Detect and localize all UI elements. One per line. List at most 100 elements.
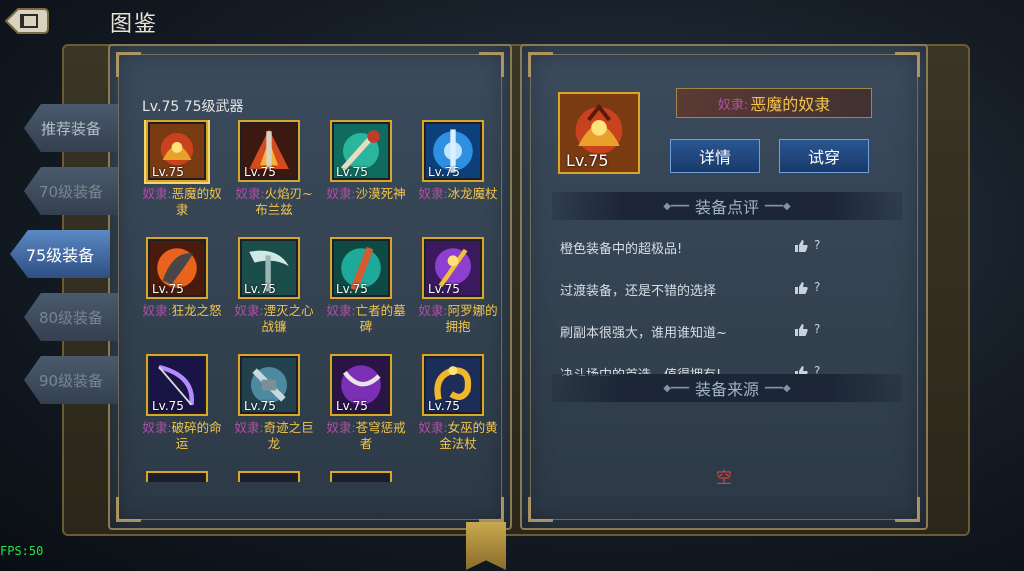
review-text: 过渡装备，还是不错的选择 xyxy=(560,284,717,299)
grid-title: Lv.75 75级武器 xyxy=(142,99,244,115)
equipment-name: 奴隶:阿罗娜的拥抱 xyxy=(416,303,500,335)
try-on-button[interactable]: 试穿 xyxy=(779,139,869,173)
equipment-slot[interactable]: Lv.75 奴隶:亡者的墓碑 xyxy=(324,237,416,353)
equipment-name-text: 破碎的命运 xyxy=(171,420,222,451)
equipment-level: Lv.75 xyxy=(428,399,460,413)
equipment-icon-frame: Lv.75 xyxy=(422,237,484,299)
equipment-slot-partial[interactable] xyxy=(140,471,232,482)
equipment-name: 奴隶:冰龙魔杖 xyxy=(416,186,500,202)
codex-book: Lv.75 75级武器 Lv.75 奴隶:恶魔的奴隶 Lv.75 奴隶:火焰刃~布兰兹… xyxy=(62,44,970,570)
thumbs-up-icon[interactable] xyxy=(794,239,808,253)
equipment-slot-partial[interactable] xyxy=(232,471,324,482)
equipment-name-text: 亡者的墓碑 xyxy=(355,303,406,334)
equipment-name-text: 湮灭之心战镰 xyxy=(261,303,314,334)
tab-level-70[interactable]: 70级装备 xyxy=(24,167,118,215)
equipment-icon-frame xyxy=(238,471,300,482)
review-list[interactable]: 橙色装备中的超极品! ? 过渡装备，还是不错的选择 ? 刷副本很强大，谁用谁知道… xyxy=(558,228,888,376)
equipment-name-prefix: 奴隶: xyxy=(326,420,356,435)
source-empty-text: 空 xyxy=(715,468,732,487)
equipment-slot[interactable]: Lv.75 奴隶:狂龙之怒 xyxy=(140,237,232,353)
item-title-prefix: 奴隶: xyxy=(717,97,749,113)
equipment-slot[interactable]: Lv.75 奴隶:苍穹惩戒者 xyxy=(324,354,416,470)
equipment-icon-frame xyxy=(146,471,208,482)
equipment-slot[interactable]: Lv.75 奴隶:女巫的黄金法杖 xyxy=(416,354,500,470)
equipment-icon-frame: Lv.75 xyxy=(330,354,392,416)
thumbs-up-icon[interactable] xyxy=(794,323,808,337)
equipment-name: 奴隶:湮灭之心战镰 xyxy=(232,303,316,335)
equipment-slot[interactable]: Lv.75 奴隶:破碎的命运 xyxy=(140,354,232,470)
equipment-level: Lv.75 xyxy=(152,399,184,413)
equipment-icon-frame: Lv.75 xyxy=(238,354,300,416)
equipment-name: 奴隶:狂龙之怒 xyxy=(140,303,224,319)
equipment-name-text: 冰龙魔杖 xyxy=(447,186,498,201)
equipment-slot[interactable]: Lv.75 奴隶:奇迹之巨龙 xyxy=(232,354,324,470)
equipment-name-text: 恶魔的奴隶 xyxy=(171,186,222,217)
equipment-name-text: 阿罗娜的拥抱 xyxy=(445,303,498,334)
equipment-icon-frame: Lv.75 xyxy=(146,237,208,299)
equipment-level: Lv.75 xyxy=(336,399,368,413)
equipment-name-prefix: 奴隶: xyxy=(326,303,356,318)
review-item: 过渡装备，还是不错的选择 ? xyxy=(558,280,888,300)
tab-level-80[interactable]: 80级装备 xyxy=(24,293,118,341)
equipment-level: Lv.75 xyxy=(336,282,368,296)
equipment-level: Lv.75 xyxy=(428,282,460,296)
equipment-level: Lv.75 xyxy=(152,282,184,296)
equipment-icon-frame: Lv.75 xyxy=(146,354,208,416)
fps-counter: FPS:50 xyxy=(0,544,44,558)
equipment-level: Lv.75 xyxy=(152,165,184,179)
equipment-name: 奴隶:沙漠死神 xyxy=(324,186,408,202)
equipment-slot[interactable]: Lv.75 奴隶:沙漠死神 xyxy=(324,120,416,236)
left-page: Lv.75 75级武器 Lv.75 奴隶:恶魔的奴隶 Lv.75 奴隶:火焰刃~布兰兹… xyxy=(108,44,512,530)
equipment-name-prefix: 奴隶: xyxy=(235,186,265,201)
review-query[interactable]: ? xyxy=(814,238,820,252)
details-button[interactable]: 详情 xyxy=(670,139,760,173)
equipment-slot[interactable]: Lv.75 奴隶:恶魔的奴隶 xyxy=(140,120,232,236)
equipment-name: 奴隶:奇迹之巨龙 xyxy=(232,420,316,452)
equipment-name: 奴隶:苍穹惩戒者 xyxy=(324,420,408,452)
equipment-name-text: 苍穹惩戒者 xyxy=(355,420,406,451)
equipment-grid[interactable]: Lv.75 奴隶:恶魔的奴隶 Lv.75 奴隶:火焰刃~布兰兹 Lv.75 奴隶:沙漠死神… xyxy=(140,120,500,482)
equipment-name: 奴隶:恶魔的奴隶 xyxy=(140,186,224,218)
equipment-name: 奴隶:亡者的墓碑 xyxy=(324,303,408,335)
equipment-name-prefix: 奴隶: xyxy=(142,186,172,201)
tab-recommended[interactable]: 推荐装备 xyxy=(24,104,118,152)
equipment-name-prefix: 奴隶: xyxy=(234,303,264,318)
equipment-slot[interactable]: Lv.75 奴隶:冰龙魔杖 xyxy=(416,120,500,236)
equipment-name-prefix: 奴隶: xyxy=(418,303,448,318)
equipment-name-text: 奇迹之巨龙 xyxy=(263,420,314,451)
equipment-level: Lv.75 xyxy=(244,282,276,296)
equipment-level: Lv.75 xyxy=(428,165,460,179)
review-text: 刷副本很强大，谁用谁知道~ xyxy=(560,326,727,341)
equipment-slot-partial[interactable] xyxy=(324,471,416,482)
tab-level-90[interactable]: 90级装备 xyxy=(24,356,118,404)
equipment-icon-frame xyxy=(330,471,392,482)
equipment-icon-frame: Lv.75 xyxy=(238,237,300,299)
selected-item-icon[interactable]: Lv.75 xyxy=(558,92,640,174)
equipment-name-prefix: 奴隶: xyxy=(142,303,172,318)
equipment-icon-frame: Lv.75 xyxy=(422,120,484,182)
equipment-slot[interactable]: Lv.75 奴隶:火焰刃~布兰兹 xyxy=(232,120,324,236)
equipment-name-prefix: 奴隶: xyxy=(418,186,448,201)
equipment-icon-frame: Lv.75 xyxy=(146,120,208,182)
selected-item-title: 奴隶: 恶魔的奴隶 xyxy=(676,88,872,118)
equipment-level: Lv.75 xyxy=(336,165,368,179)
review-item: 橙色装备中的超极品! ? xyxy=(558,238,888,258)
review-text: 橙色装备中的超极品! xyxy=(560,242,683,257)
source-section-title: 装备来源 xyxy=(694,380,759,399)
review-query[interactable]: ? xyxy=(814,322,820,336)
equipment-level: Lv.75 xyxy=(244,399,276,413)
level-tabs: 推荐装备 70级装备 75级装备 80级装备 90级装备 xyxy=(10,104,118,419)
equipment-slot[interactable]: Lv.75 奴隶:湮灭之心战镰 xyxy=(232,237,324,353)
equipment-level: Lv.75 xyxy=(244,165,276,179)
page-title: 图鉴 xyxy=(110,12,159,37)
review-section-header: ◆━━━ 装备点评 ━━━◆ xyxy=(552,192,902,220)
back-arrow-icon[interactable] xyxy=(4,6,50,36)
review-query[interactable]: ? xyxy=(814,280,820,294)
equipment-slot[interactable]: Lv.75 奴隶:阿罗娜的拥抱 xyxy=(416,237,500,353)
thumbs-up-icon[interactable] xyxy=(794,281,808,295)
equipment-name: 奴隶:破碎的命运 xyxy=(140,420,224,452)
equipment-name-text: 狂龙之怒 xyxy=(171,303,222,318)
equipment-name: 奴隶:女巫的黄金法杖 xyxy=(416,420,500,452)
tab-level-75[interactable]: 75级装备 xyxy=(10,230,110,278)
equipment-name: 奴隶:火焰刃~布兰兹 xyxy=(232,186,316,218)
